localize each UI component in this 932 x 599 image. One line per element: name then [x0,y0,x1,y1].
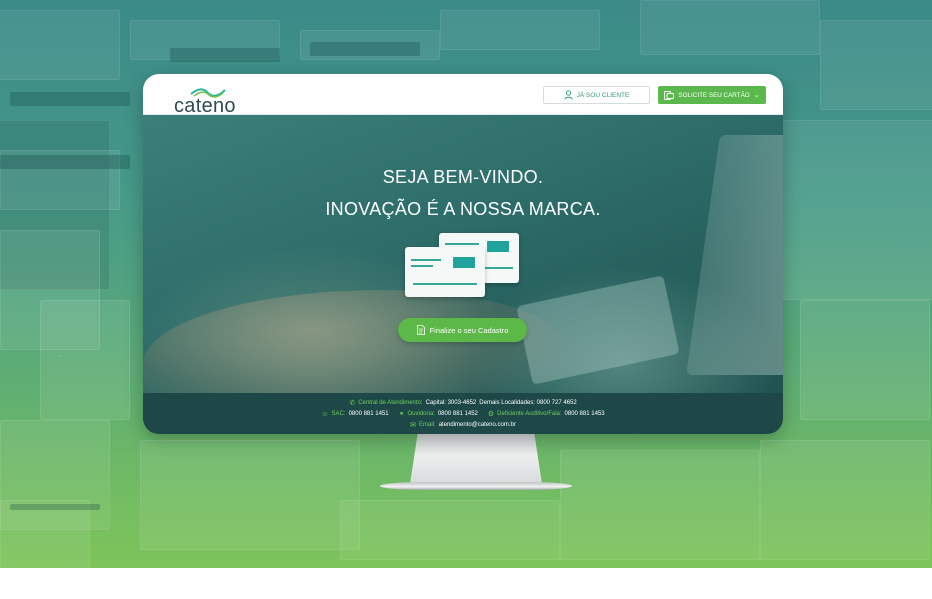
footer-line-central: ✆ Central de Atendimento: Capital: 3003-… [143,399,783,407]
card-icon [664,90,675,100]
ouvidoria-phone[interactable]: 0800 881 1452 [438,411,478,417]
mail-icon: ✉ [410,422,417,429]
monitor-screen: cateno JÁ SOU CLIENTE SOLICITE SEU CARTÃ… [143,74,783,434]
held-card-image [516,275,680,385]
brand-logo[interactable]: cateno [158,80,236,117]
user-icon [563,90,573,100]
ouvidoria-label: Ouvidoria: [407,411,435,417]
sac-label: SAC: [331,411,346,417]
phone-icon: ✆ [349,400,356,407]
site-footer: ✆ Central de Atendimento: Capital: 3003-… [143,393,783,434]
email-link[interactable]: atendimento@cateno.com.br [439,422,516,428]
hero-title-line1: SEJA BEM-VINDO. [382,167,544,187]
sac-icon: ☺ [321,410,329,418]
solicite-cartao-button[interactable]: SOLICITE SEU CARTÃO ⌄ [658,86,766,104]
capital-phone[interactable]: Capital: 3003-4652 [426,400,477,406]
document-icon [416,325,425,335]
finalize-cadastro-button[interactable]: Finalize o seu Cadastro [398,318,527,342]
ja-sou-cliente-button[interactable]: JÁ SOU CLIENTE [543,86,650,104]
card-front [405,247,485,297]
bottom-strip [0,568,932,599]
headset-icon: ⚭ [398,411,405,418]
footer-line-email: ✉ Email: atendimento@cateno.com.br [143,421,783,429]
hearing-icon: ⚙ [487,411,495,418]
email-label: Email: [419,422,436,428]
sac-phone[interactable]: 0800 881 1451 [349,411,389,417]
chevron-down-icon: ⌄ [753,92,760,99]
deficiente-phone[interactable]: 0800 881 1453 [565,411,605,417]
cards-illustration [405,233,521,297]
hero-title-line2: INOVAÇÃO É A NOSSA MARCA. [325,199,601,219]
central-label: Central de Atendimento: [358,400,423,406]
ja-sou-cliente-label: JÁ SOU CLIENTE [576,91,630,99]
hero-section: SEJA BEM-VINDO. INOVAÇÃO É A NOSSA MARCA… [143,115,783,393]
site-header: cateno JÁ SOU CLIENTE SOLICITE SEU CARTÃ… [143,74,783,117]
monitor-stand-neck [410,432,542,484]
demais-phone[interactable]: Demais Localidades: 0800 727 4652 [479,400,576,406]
monitor-stand-base [380,482,572,490]
finalize-cadastro-label: Finalize o seu Cadastro [429,325,509,335]
footer-line-sac: ☺ SAC: 0800 881 1451 ⚭ Ouvidoria: 0800 8… [143,410,783,419]
deficiente-label: Deficiente Auditivo/Fala: [497,411,562,417]
solicite-cartao-label: SOLICITE SEU CARTÃO [678,91,750,99]
